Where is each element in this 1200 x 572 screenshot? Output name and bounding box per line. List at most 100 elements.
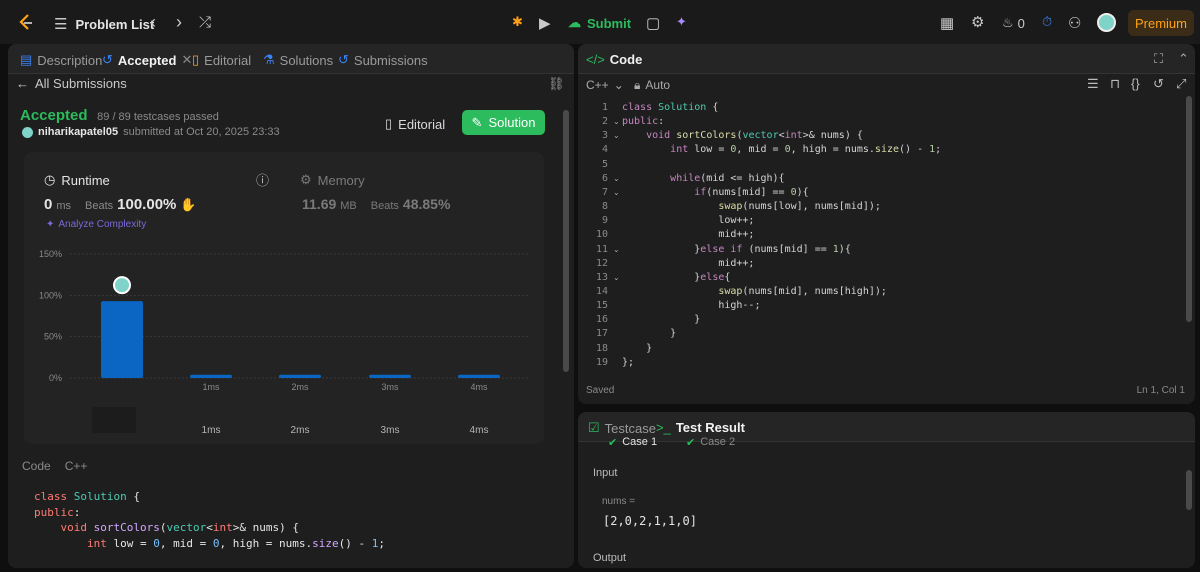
chevron-down-icon: ⌄ bbox=[613, 78, 624, 92]
fold-chevron-icon[interactable]: ⌄ bbox=[613, 273, 620, 282]
code-line: class Solution { bbox=[622, 102, 719, 113]
description-icon: ▤ bbox=[20, 52, 33, 67]
cursor-position: Ln 1, Col 1 bbox=[1136, 385, 1185, 396]
problem-list-button[interactable]: ☰ Problem List bbox=[54, 15, 154, 33]
avatar[interactable] bbox=[1097, 13, 1116, 32]
line-number: 14 bbox=[595, 285, 608, 297]
left-scrollbar[interactable] bbox=[563, 110, 569, 372]
line-number: 10 bbox=[595, 229, 608, 241]
timer-icon[interactable]: ⏱ bbox=[1042, 14, 1052, 30]
submitter-row: niharikapatel05 submitted at Oct 20, 202… bbox=[22, 126, 280, 138]
fold-chevron-icon[interactable]: ⌄ bbox=[613, 131, 620, 140]
submit-button[interactable]: ☁ Submit bbox=[568, 15, 631, 31]
auto-mode[interactable]: 🔒︎ Auto bbox=[634, 78, 670, 93]
tab-submissions-label: Submissions bbox=[353, 52, 428, 68]
link-icon[interactable]: ⛓ bbox=[548, 76, 565, 92]
all-submissions-link[interactable]: ← All Submissions bbox=[16, 76, 127, 91]
fold-chevron-icon[interactable]: ⌄ bbox=[613, 245, 620, 254]
streak-counter[interactable]: ♨ 0 bbox=[1002, 15, 1025, 31]
book-icon: ▯ bbox=[385, 116, 393, 131]
submitted-code-line: void sortColors(vector<int>& nums) { bbox=[60, 521, 299, 534]
layout-icon[interactable]: ▦ bbox=[940, 14, 954, 32]
language-select[interactable]: C++ ⌄ bbox=[586, 78, 624, 92]
language-label: C++ bbox=[586, 78, 609, 92]
runtime-bar[interactable] bbox=[369, 374, 411, 378]
run-icon[interactable]: ▶ bbox=[539, 14, 551, 32]
top-bar: ☰ Problem List ‹ › ⤮ ✱ ▶ ☁ Submit ▢ ✦ ▦ … bbox=[0, 0, 1200, 44]
check-icon: ✔ bbox=[608, 437, 618, 449]
tab-editorial-label: Editorial bbox=[204, 52, 252, 68]
user-avatar bbox=[22, 126, 33, 138]
code-line: if(nums[mid] == 0){ bbox=[694, 186, 809, 198]
fold-chevron-icon[interactable]: ⌄ bbox=[613, 174, 620, 183]
tab-solutions[interactable]: ⚗ Solutions bbox=[263, 52, 333, 68]
code-label: Code bbox=[22, 459, 51, 473]
user-marker-avatar bbox=[113, 276, 131, 295]
runtime-bar[interactable] bbox=[279, 374, 321, 378]
prev-problem-icon[interactable]: ‹ bbox=[150, 12, 156, 33]
fold-chevron-icon[interactable]: ⌄ bbox=[613, 188, 620, 197]
runtime-bar[interactable] bbox=[101, 301, 143, 378]
editor-scrollbar[interactable] bbox=[1186, 96, 1192, 322]
case-1-tab[interactable]: ✔ Case 1 bbox=[608, 436, 657, 449]
output-label: Output bbox=[593, 552, 627, 564]
tab-editorial[interactable]: ▯ Editorial bbox=[192, 52, 251, 68]
line-number: 4 bbox=[601, 144, 608, 156]
close-tab-icon[interactable]: ✕ bbox=[181, 52, 192, 68]
collapse-icon[interactable]: ⌃ bbox=[1178, 51, 1189, 67]
bookmark-icon[interactable]: ⊓ bbox=[1110, 76, 1120, 92]
editorial-button[interactable]: ▯ Editorial bbox=[385, 116, 445, 132]
username[interactable]: niharikapatel05 bbox=[38, 126, 118, 138]
input-var-value: [2,0,2,1,1,0] bbox=[603, 514, 697, 528]
tab-testcase[interactable]: ☑ Testcase bbox=[588, 420, 656, 436]
braces-icon[interactable]: {} bbox=[1131, 76, 1140, 91]
case-2-tab[interactable]: ✔ Case 2 bbox=[686, 436, 735, 449]
checkbox-icon: ☑ bbox=[588, 420, 600, 435]
selected-column-shade bbox=[92, 407, 136, 433]
next-problem-icon[interactable]: › bbox=[176, 12, 182, 33]
runtime-bar[interactable] bbox=[190, 374, 232, 378]
premium-label: Premium bbox=[1134, 15, 1187, 31]
add-user-icon[interactable]: ⚇ bbox=[1068, 14, 1081, 32]
y-tick-label: 0% bbox=[49, 373, 62, 383]
notes-icon[interactable]: ▢ bbox=[646, 14, 660, 32]
tab-test-result[interactable]: >_ Test Result bbox=[656, 420, 745, 435]
reset-icon[interactable]: ↺ bbox=[1153, 76, 1164, 92]
format-icon[interactable]: ☰ bbox=[1087, 76, 1099, 92]
shuffle-icon[interactable]: ⤮ bbox=[199, 14, 211, 31]
solution-button[interactable]: ✎ Solution bbox=[462, 110, 545, 135]
tab-accepted[interactable]: ↺ Accepted ✕ bbox=[102, 52, 192, 68]
debug-icon[interactable]: ✱ bbox=[512, 14, 523, 30]
result-scrollbar[interactable] bbox=[1186, 470, 1192, 510]
tab-accepted-label: Accepted bbox=[117, 52, 177, 68]
flame-icon: ♨ bbox=[1002, 15, 1014, 30]
settings-gear-icon[interactable]: ⚙ bbox=[971, 13, 984, 31]
line-number: 11 bbox=[595, 243, 608, 255]
maximize-icon[interactable]: ⛶ bbox=[1154, 51, 1163, 67]
list-icon: ☰ bbox=[54, 16, 68, 33]
terminal-icon: >_ bbox=[656, 420, 671, 435]
cloud-upload-icon: ☁ bbox=[568, 15, 581, 30]
code-line: low++; bbox=[622, 215, 755, 227]
y-tick-label: 150% bbox=[39, 249, 62, 259]
line-number: 1 bbox=[601, 102, 608, 113]
ai-sparkle-icon[interactable]: ✦ bbox=[676, 14, 687, 30]
runtime-bar[interactable] bbox=[458, 374, 500, 378]
premium-button[interactable]: Premium bbox=[1128, 10, 1194, 36]
tab-submissions[interactable]: ↺ Submissions bbox=[338, 52, 428, 68]
tab-solutions-label: Solutions bbox=[279, 52, 334, 68]
submit-label: Submit bbox=[587, 15, 632, 31]
expand-icon[interactable]: ⤢ bbox=[1176, 76, 1186, 92]
code-line: mid++; bbox=[622, 229, 755, 241]
leetcode-logo[interactable] bbox=[18, 14, 34, 32]
code-line: }else{ bbox=[622, 271, 731, 283]
bar-label: 4ms bbox=[470, 382, 488, 392]
line-number: 5 bbox=[601, 158, 608, 170]
line-number: 13 bbox=[595, 271, 608, 283]
tab-description[interactable]: ▤ Description bbox=[20, 52, 102, 68]
arrow-left-icon: ← bbox=[16, 76, 29, 91]
line-number: 2 bbox=[601, 116, 608, 128]
bar-label: 2ms bbox=[291, 382, 309, 392]
check-icon: ✔ bbox=[686, 437, 696, 449]
fold-chevron-icon[interactable]: ⌄ bbox=[613, 117, 620, 126]
